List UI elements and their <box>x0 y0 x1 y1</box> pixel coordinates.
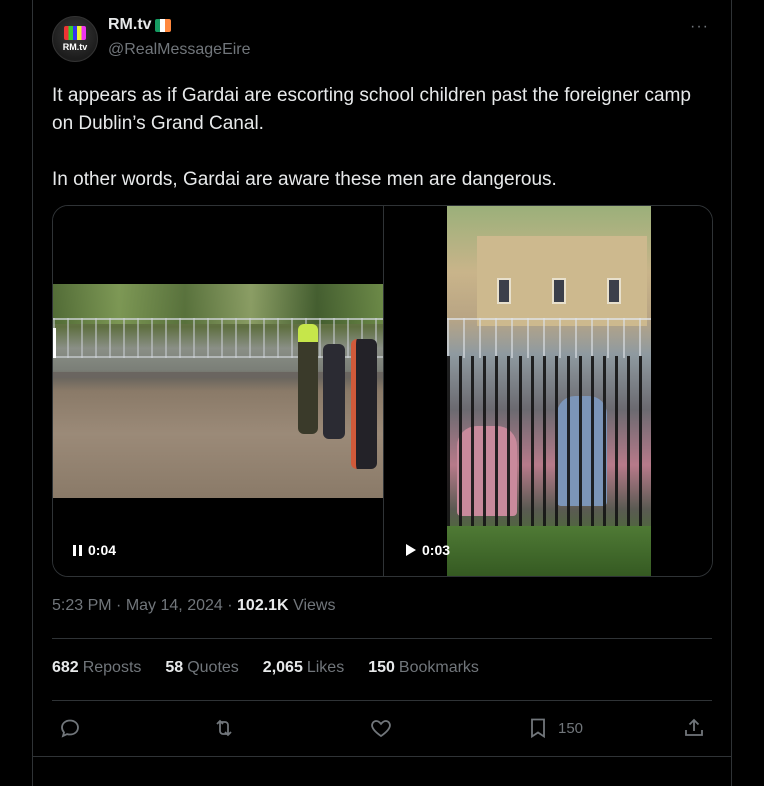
engagement-stats: 682 Reposts 58 Quotes 2,065 Likes 150 Bookma… <box>52 659 479 677</box>
repost-icon <box>216 719 232 737</box>
author-handle[interactable]: @RealMessageEire <box>108 41 251 59</box>
share-button[interactable] <box>682 716 706 740</box>
divider <box>52 700 712 701</box>
divider <box>32 756 732 757</box>
bookmark-button[interactable]: 150 <box>526 716 583 740</box>
tweet-meta: 5:23 PM · May 14, 2024 · 102.1K Views <box>52 597 336 614</box>
play-icon[interactable] <box>406 544 416 556</box>
video-2-frame <box>447 206 651 576</box>
avatar-text: RM.tv <box>62 42 88 52</box>
stat-bookmarks[interactable]: 150 Bookmarks <box>368 659 479 677</box>
tweet-text: It appears as if Gardai are escorting sc… <box>52 85 691 190</box>
column-border-left <box>32 0 33 786</box>
more-dots-icon[interactable]: ··· <box>690 18 709 36</box>
author-name-text: RM.tv <box>108 16 152 33</box>
stat-likes[interactable]: 2,065 Likes <box>263 659 344 677</box>
ireland-flag-icon <box>154 18 171 32</box>
action-bar: 150 <box>52 714 712 744</box>
video-1-time[interactable]: 0:04 <box>73 542 116 558</box>
bookmark-count: 150 <box>558 719 584 737</box>
share-icon <box>685 718 703 736</box>
media-grid: 0:04 0:03 <box>52 205 713 577</box>
divider <box>52 638 712 639</box>
pause-icon[interactable] <box>73 544 82 556</box>
reply-button[interactable] <box>58 716 82 740</box>
author-name[interactable]: RM.tv <box>108 16 171 34</box>
video-2-time[interactable]: 0:03 <box>406 542 450 558</box>
video-1-frame <box>53 284 383 498</box>
views-count: 102.1K <box>237 597 289 614</box>
like-button[interactable] <box>369 716 393 740</box>
tweet-time[interactable]: 5:23 PM <box>52 597 112 614</box>
column-border-right <box>731 0 732 786</box>
views-label: Views <box>293 597 336 614</box>
video-1[interactable]: 0:04 <box>53 206 383 576</box>
stat-quotes[interactable]: 58 Quotes <box>165 659 238 677</box>
scrub-handle[interactable] <box>53 328 56 358</box>
stat-reposts[interactable]: 682 Reposts <box>52 659 141 677</box>
video-2[interactable]: 0:03 <box>384 206 712 576</box>
tv-logo-icon <box>64 26 86 40</box>
bookmark-icon <box>531 718 545 739</box>
reply-icon <box>61 719 79 738</box>
heart-icon <box>371 720 391 738</box>
repost-button[interactable] <box>212 716 236 740</box>
avatar[interactable]: RM.tv <box>52 16 98 62</box>
tweet-date[interactable]: May 14, 2024 <box>126 597 223 614</box>
